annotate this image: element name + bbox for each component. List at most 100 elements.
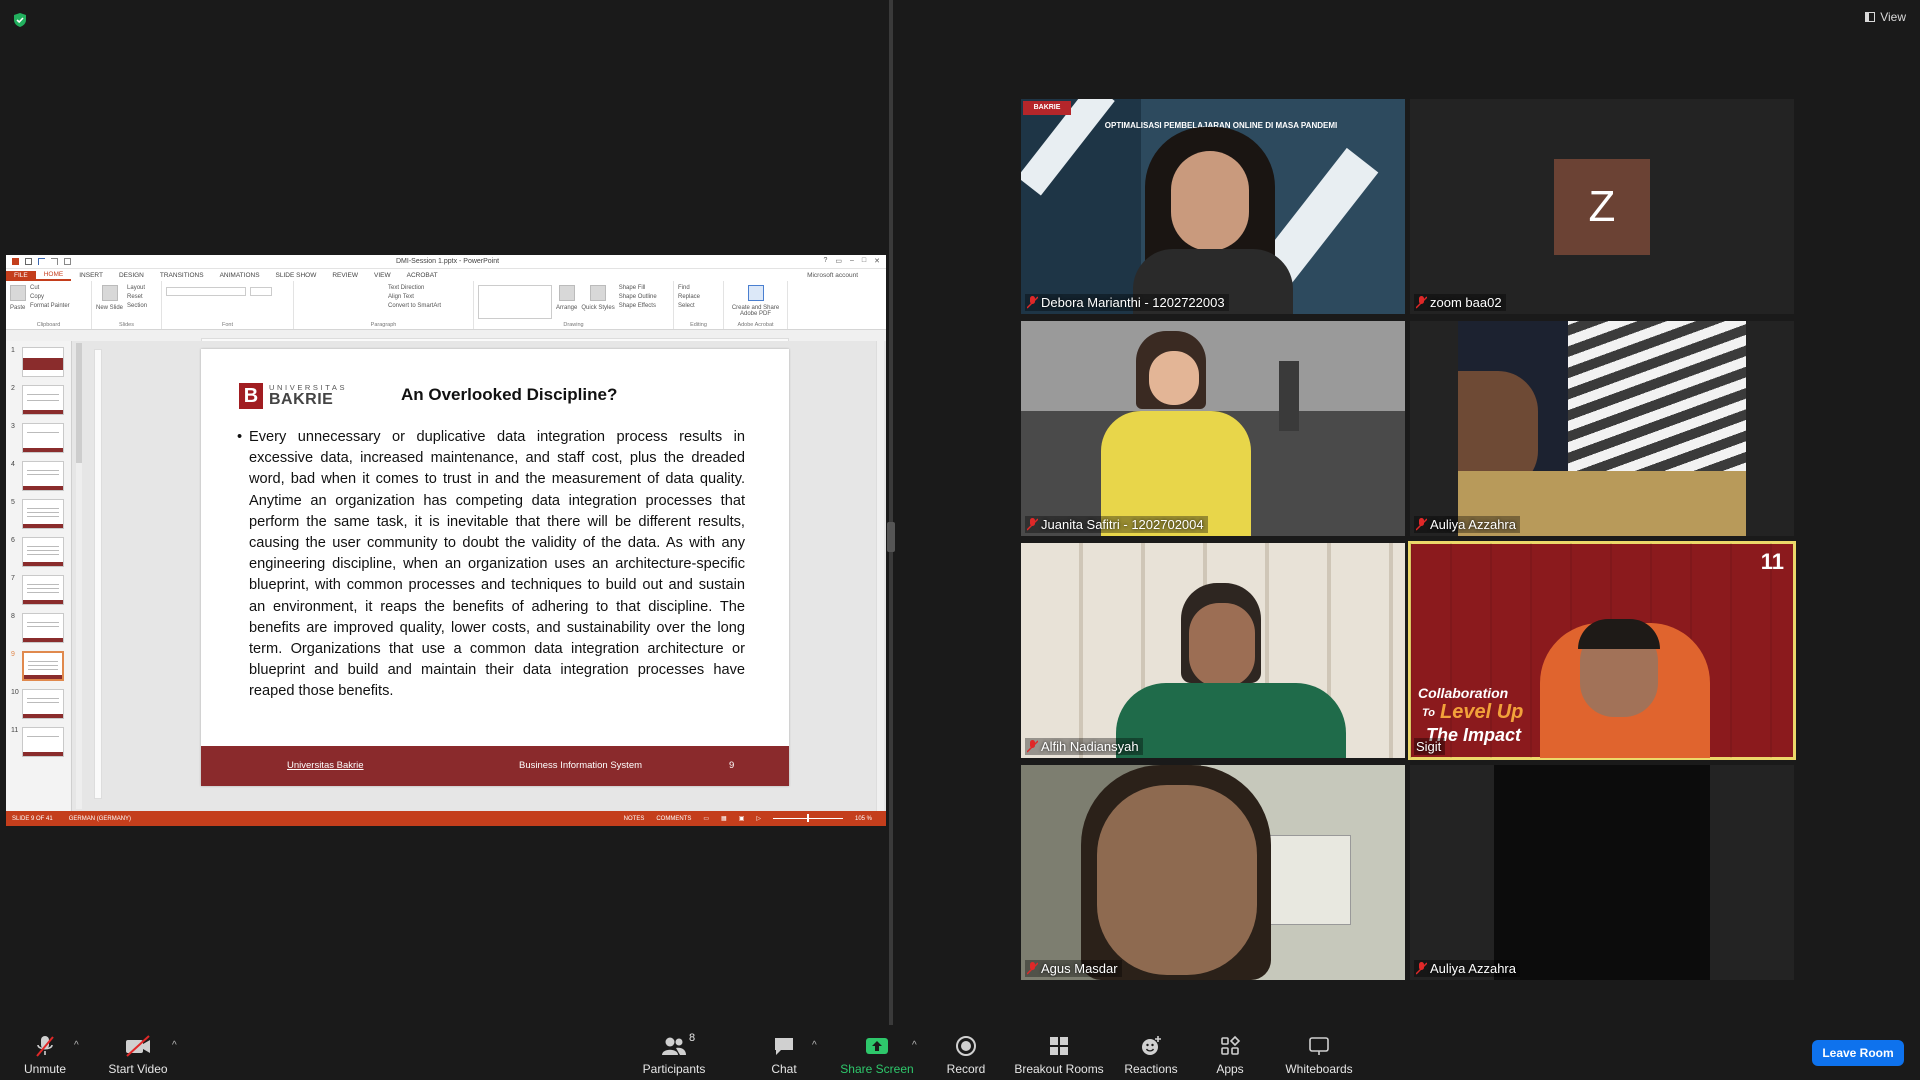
tab-file[interactable]: FILE [6,271,36,281]
divider-handle[interactable] [887,522,895,552]
tab-acrobat[interactable]: ACROBAT [399,272,446,281]
video-tile[interactable]: Z zoom baa02 [1410,99,1794,314]
undo-icon[interactable] [38,258,45,265]
slide-thumbnail[interactable] [22,347,64,377]
slide-thumbnail[interactable] [22,423,64,453]
shape-fill-button[interactable]: Shape Fill [619,285,657,291]
slide-thumbnail[interactable] [22,499,64,529]
cut-button[interactable]: Cut [30,285,70,291]
video-tile[interactable]: Auliya Azzahra [1410,765,1794,980]
split-divider[interactable] [889,0,893,1025]
maximize-icon[interactable]: □ [862,257,866,265]
encryption-shield-icon[interactable] [12,12,28,28]
video-tile[interactable]: Juanita Safitri - 1202702004 [1021,321,1405,536]
language[interactable]: GERMAN (GERMANY) [69,816,131,822]
font-name-select[interactable] [166,287,246,296]
redo-icon[interactable] [51,258,58,265]
share-screen-icon [866,1038,888,1054]
tab-view[interactable]: VIEW [366,272,399,281]
slide-thumbnail[interactable] [22,575,64,605]
chat-button[interactable]: Chat [764,1034,804,1076]
account-label[interactable]: Microsoft account [799,272,886,281]
start-slideshow-icon[interactable] [64,258,71,265]
notes-button[interactable]: NOTES [624,816,645,822]
tab-review[interactable]: REVIEW [324,272,366,281]
find-button[interactable]: Find [678,285,700,291]
slide-thumbnails-pane[interactable]: 1 2 3 4 5 6 7 8 9 10 11 [6,341,72,811]
participants-button[interactable]: 8 Participants [642,1032,706,1076]
reading-view-icon[interactable]: ▣ [739,815,745,822]
audio-options-caret-icon[interactable]: ^ [74,1040,79,1051]
tab-slide-show[interactable]: SLIDE SHOW [268,272,325,281]
thumbnail-scrollbar[interactable] [76,343,82,809]
tab-design[interactable]: DESIGN [111,272,152,281]
apps-button[interactable]: Apps [1212,1034,1248,1076]
slide-thumbnail[interactable] [22,537,64,567]
select-button[interactable]: Select [678,303,700,309]
text-direction-button[interactable]: Text Direction [388,285,441,291]
slide-thumbnail[interactable] [22,461,64,491]
shape-outline-button[interactable]: Shape Outline [619,294,657,300]
whiteboard-icon [1309,1037,1329,1055]
unmute-button[interactable]: Unmute [22,1034,68,1076]
slide-thumbnail-selected[interactable] [22,651,64,681]
section-button[interactable]: Section [127,303,147,309]
align-text-button[interactable]: Align Text [388,294,441,300]
thumb-number: 3 [11,423,15,430]
ribbon-display-icon[interactable]: ▭ [835,257,842,265]
slide-body-text: Every unnecessary or duplicative data in… [249,429,745,700]
zoom-slider[interactable] [772,814,843,822]
view-button[interactable]: View [1865,10,1906,24]
tab-insert[interactable]: INSERT [71,272,111,281]
minimize-icon[interactable]: – [850,257,854,265]
start-video-button[interactable]: Start Video [108,1034,168,1076]
slide-sorter-icon[interactable]: ▦ [721,815,727,822]
slideshow-icon[interactable]: ▷ [756,815,761,822]
tab-transitions[interactable]: TRANSITIONS [152,272,212,281]
normal-view-icon[interactable]: ▭ [703,815,709,822]
format-painter-button[interactable]: Format Painter [30,303,70,309]
video-tile[interactable]: Auliya Azzahra [1410,321,1794,536]
participant-name-tag: Juanita Safitri - 1202702004 [1025,516,1208,533]
zoom-level[interactable]: 105 % [855,816,872,822]
save-icon[interactable] [25,258,32,265]
reactions-button[interactable]: Reactions [1122,1034,1180,1076]
whiteboards-button[interactable]: Whiteboards [1284,1034,1354,1076]
leave-room-button[interactable]: Leave Room [1812,1040,1904,1066]
font-size-select[interactable] [250,287,272,296]
tab-animations[interactable]: ANIMATIONS [212,272,268,281]
breakout-rooms-button[interactable]: Breakout Rooms [1012,1034,1106,1076]
video-tile[interactable]: BAKRIE OPTIMALISASI PEMBELAJARAN ONLINE … [1021,99,1405,314]
reset-button[interactable]: Reset [127,294,147,300]
slide-thumbnail[interactable] [22,613,64,643]
layout-button[interactable]: Layout [127,285,147,291]
participant-name: zoom baa02 [1430,295,1502,310]
share-options-caret-icon[interactable]: ^ [912,1040,917,1051]
slide-thumbnail[interactable] [22,727,64,757]
convert-smartart-button[interactable]: Convert to SmartArt [388,303,441,309]
comments-button[interactable]: COMMENTS [656,816,691,822]
slide-thumbnail[interactable] [22,385,64,415]
chat-options-caret-icon[interactable]: ^ [812,1040,817,1051]
record-button[interactable]: Record [944,1034,988,1076]
video-tile-active-speaker[interactable]: 11 Collaboration To Level Up The Impact … [1408,541,1796,760]
video-tile[interactable]: Alfih Nadiansyah [1021,543,1405,758]
drawing-label: Drawing [563,322,584,328]
replace-button[interactable]: Replace [678,294,700,300]
thumb-number: 1 [11,347,15,354]
share-screen-button[interactable]: Share Screen [840,1034,914,1076]
participant-name: Auliya Azzahra [1430,961,1516,976]
unmute-label: Unmute [23,1062,67,1076]
shape-effects-button[interactable]: Shape Effects [619,303,657,309]
editing-label: Editing [690,322,707,328]
copy-button[interactable]: Copy [30,294,70,300]
tab-home[interactable]: HOME [35,271,72,281]
current-slide[interactable]: B UNIVERSITAS BAKRIE An Overlooked Disci… [201,349,789,786]
video-options-caret-icon[interactable]: ^ [172,1040,177,1051]
video-tile[interactable]: Agus Masdar [1021,765,1405,980]
slide-thumbnail[interactable] [22,689,64,719]
editor-scrollbar[interactable] [876,341,884,811]
help-icon[interactable]: ? [823,257,827,265]
shapes-gallery[interactable] [478,285,552,319]
close-icon[interactable]: ✕ [874,257,880,265]
